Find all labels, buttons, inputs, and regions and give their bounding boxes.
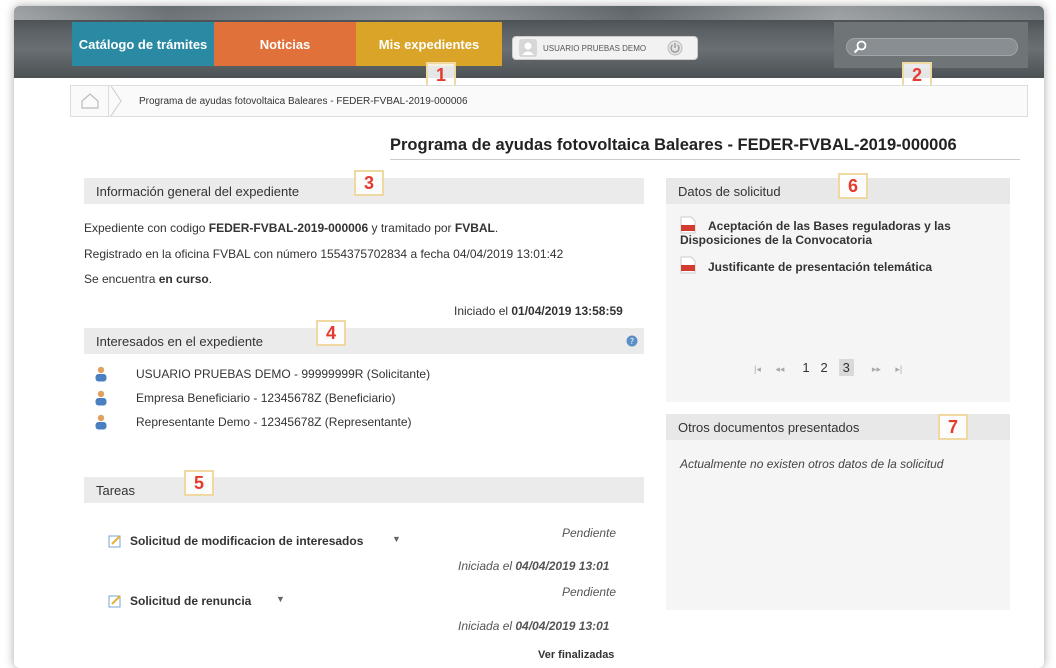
expediente-code: FEDER-FVBAL-2019-000006 <box>208 221 369 235</box>
user-name: USUARIO PRUEBAS DEMO <box>543 43 647 53</box>
app-frame: Catálogo de trámites Noticias Mis expedi… <box>14 6 1044 668</box>
datos-solicitud-title: Datos de solicitud <box>678 183 781 199</box>
interesados-title: Interesados en el expediente <box>96 333 263 349</box>
interesado-item: USUARIO PRUEBAS DEMO - 99999999R (Solici… <box>136 367 431 381</box>
annotation-7: 7 <box>938 414 968 440</box>
doc-link-cont[interactable]: Disposiciones de la Convocatoria <box>680 233 872 247</box>
interesado-item: Empresa Beneficiario - 12345678Z (Benefi… <box>136 391 396 405</box>
organismo: FVBAL <box>454 221 495 235</box>
breadcrumb: Programa de ayudas fotovoltaica Baleares… <box>70 85 1028 117</box>
task-edit-icon <box>108 535 121 548</box>
person-icon <box>95 414 107 430</box>
svg-text:?: ? <box>630 337 634 346</box>
annotation-3: 3 <box>354 170 384 196</box>
annotation-4: 4 <box>316 320 346 346</box>
tab-catalogo-tramites[interactable]: Catálogo de trámites <box>72 22 214 66</box>
side-panel-gap <box>666 402 1010 414</box>
interesados-header: Interesados en el expediente ? <box>84 328 644 354</box>
person-icon <box>95 390 107 406</box>
tab-mis-expedientes[interactable]: Mis expedientes <box>356 22 502 66</box>
info-line-status: Se encuentra en curso. <box>84 272 213 286</box>
pager-page[interactable]: 2 <box>821 360 828 375</box>
person-icon <box>95 366 107 382</box>
tareas-header: Tareas <box>84 477 644 503</box>
breadcrumb-current: Programa de ayudas fotovoltaica Baleares… <box>139 95 468 107</box>
status-text: en curso <box>158 272 209 286</box>
otros-documentos-empty: Actualmente no existen otros datos de la… <box>680 457 944 471</box>
task-dropdown-icon[interactable]: ▼ <box>276 594 285 604</box>
task-edit-icon <box>108 595 121 608</box>
interesado-item: Representante Demo - 12345678Z (Represen… <box>136 415 412 429</box>
info-general-title: Información general del expediente <box>96 183 300 199</box>
annotation-6: 6 <box>838 173 868 199</box>
info-line-code: Expediente con codigo FEDER-FVBAL-2019-0… <box>84 221 499 235</box>
page-title: Programa de ayudas fotovoltaica Baleares… <box>390 136 1020 160</box>
chevron-right-icon <box>110 86 122 116</box>
pager-last[interactable]: ▸| <box>895 364 902 374</box>
pager-first[interactable]: |◂ <box>754 364 761 374</box>
tab-noticias[interactable]: Noticias <box>214 22 356 66</box>
pager-next[interactable]: ▸▸ <box>872 364 881 374</box>
doc-link[interactable]: Aceptación de las Bases reguladoras y la… <box>708 219 951 233</box>
ver-finalizadas-link[interactable]: Ver finalizadas <box>538 649 614 661</box>
info-line-iniciado: Iniciado el 01/04/2019 13:58:59 <box>454 304 623 318</box>
header-banner: Catálogo de trámites Noticias Mis expedi… <box>14 6 1044 78</box>
task-status: Pendiente <box>562 526 617 540</box>
user-menu[interactable]: USUARIO PRUEBAS DEMO <box>512 36 698 60</box>
tareas-title: Tareas <box>96 482 136 498</box>
info-line-registro: Registrado en la oficina FVBAL con númer… <box>84 247 564 261</box>
task-dropdown-icon[interactable]: ▼ <box>392 534 401 544</box>
help-icon[interactable]: ? <box>626 335 638 347</box>
search-icon <box>853 40 867 54</box>
pagination: |◂ ◂◂ 1 2 3 ▸▸ ▸| <box>754 359 902 376</box>
logout-icon[interactable] <box>667 40 683 56</box>
task-started: Iniciada el 04/04/2019 13:01 <box>458 559 610 573</box>
pdf-icon <box>680 216 696 234</box>
user-icon <box>519 39 537 57</box>
task-link[interactable]: Solicitud de modificacion de interesados <box>130 534 363 548</box>
search-input[interactable] <box>846 38 1018 56</box>
task-status: Pendiente <box>562 585 617 599</box>
annotation-5: 5 <box>184 470 214 496</box>
pager-prev[interactable]: ◂◂ <box>775 364 784 374</box>
doc-link[interactable]: Justificante de presentación telemática <box>708 260 932 274</box>
pager-page-current[interactable]: 3 <box>838 359 854 376</box>
task-link[interactable]: Solicitud de renuncia <box>130 594 251 608</box>
otros-documentos-title: Otros documentos presentados <box>678 419 860 435</box>
home-icon[interactable] <box>71 86 109 116</box>
pdf-icon <box>680 256 696 274</box>
pager-page[interactable]: 1 <box>802 360 809 375</box>
task-started: Iniciada el 04/04/2019 13:01 <box>458 619 610 633</box>
